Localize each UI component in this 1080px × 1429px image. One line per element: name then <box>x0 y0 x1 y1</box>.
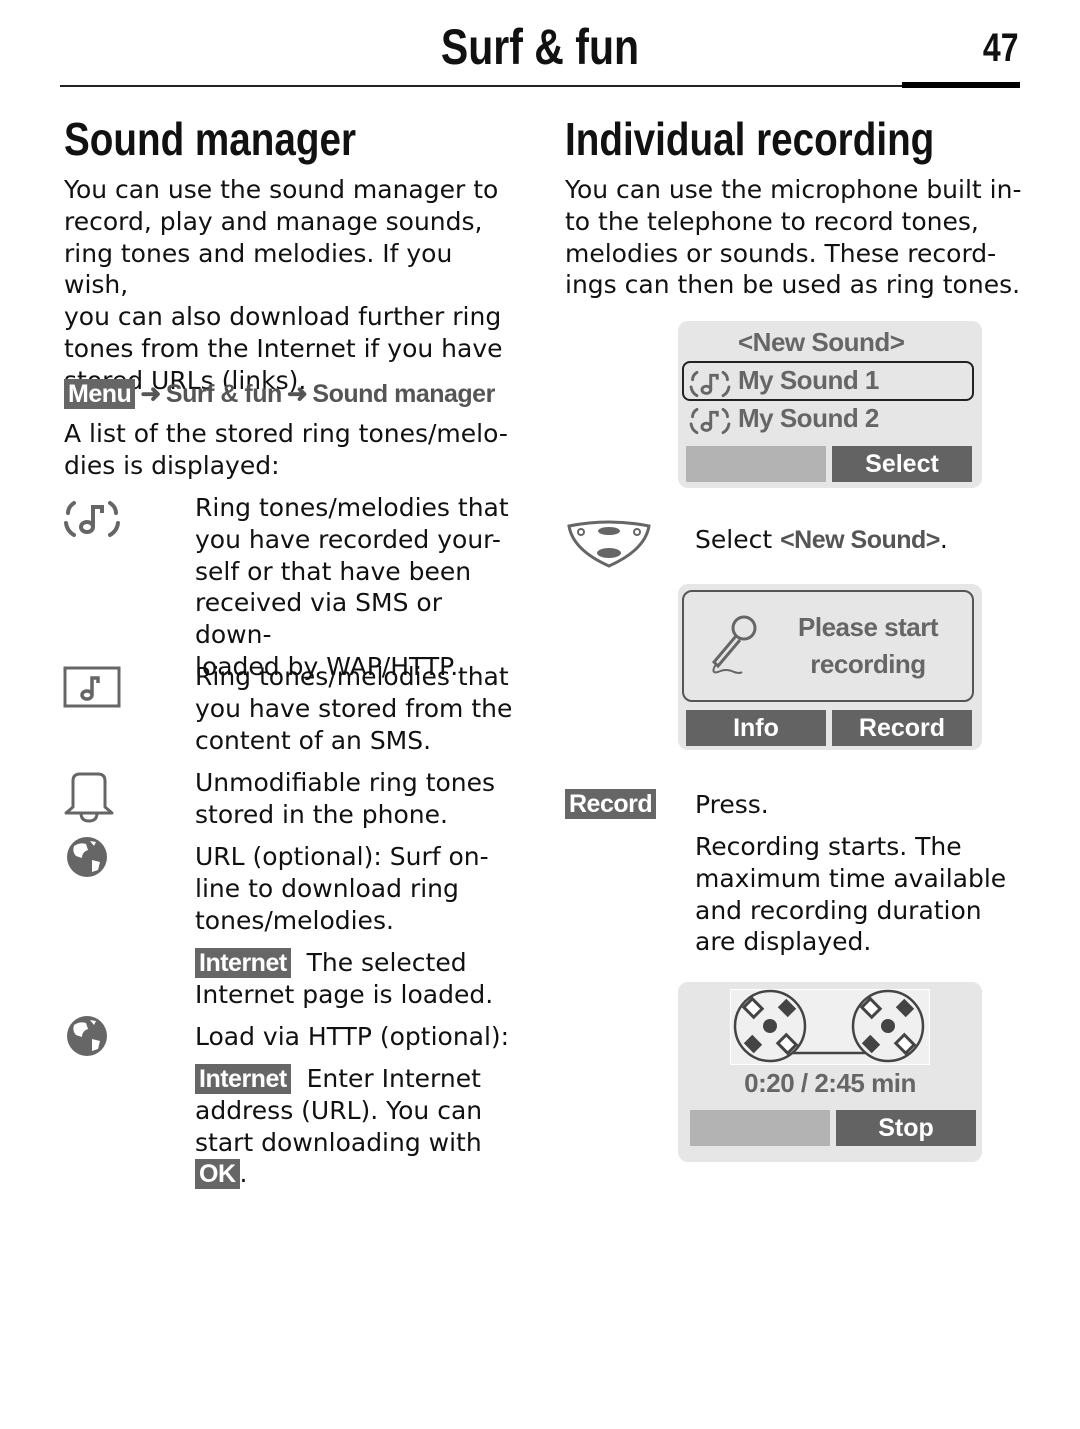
softkey-select[interactable]: Select <box>832 446 972 482</box>
text-line: You can use the sound manager to <box>64 175 499 204</box>
text-line: Ring tones/melodies that <box>195 493 509 522</box>
text-fragment: Select <box>695 525 781 554</box>
list-intro: A list of the stored ring tones/melo- di… <box>64 418 524 482</box>
record-key: Record <box>565 789 657 819</box>
text-line: and recording duration <box>695 895 982 925</box>
text-line: tones/melodies. <box>195 905 394 935</box>
internet-note-2: Internet Enter Internet address (URL). Y… <box>195 1063 525 1190</box>
text-fragment: . <box>939 525 948 554</box>
phone-screen-sound-list: <New Sound> My Sound 1 My Sound 2 Select <box>678 321 982 488</box>
text-line: Unmodifiable ring tones <box>195 768 496 797</box>
text-line: line to download ring <box>195 873 459 903</box>
text-line: stored in the phone. <box>195 799 448 829</box>
text-line: maximum time available <box>695 863 1007 893</box>
text-line: received via SMS or down- <box>195 588 443 650</box>
phone-screen-recording: 0:20 / 2:45 min Stop <box>678 982 982 1162</box>
list-item-unmodifiable: Unmodifiable ring tones stored in the ph… <box>195 767 525 831</box>
softkey-stop[interactable]: Stop <box>836 1110 976 1146</box>
recording-description: Recording starts. The maximum time avail… <box>695 831 1025 958</box>
text-line: Internet page is loaded. <box>195 979 494 1009</box>
path-arrow: ➜ <box>286 380 308 408</box>
list-item-new-sound[interactable]: <New Sound> <box>738 327 905 358</box>
text-line: you have stored from the <box>195 693 513 723</box>
text-line: you can also download further ring <box>64 302 502 332</box>
header-rule <box>60 85 1020 87</box>
list-item-my-sound-1[interactable]: My Sound 1 <box>738 365 879 396</box>
chapter-title: Surf & fun <box>440 19 640 75</box>
text-line: Ring tones/melodies that <box>195 662 509 691</box>
recorded-sound-icon <box>689 370 731 398</box>
list-item-recorded: Ring tones/melodies that you have record… <box>195 492 525 683</box>
text-line: You can use the microphone built in- <box>565 175 1022 204</box>
individual-recording-intro: You can use the microphone built in- to … <box>565 174 1025 301</box>
internet-key: Internet <box>195 948 291 978</box>
softkey-info[interactable]: Info <box>686 710 826 746</box>
text-line: address (URL). You can <box>195 1095 483 1125</box>
text-line: ings can then be used as ring tones. <box>565 270 1021 300</box>
step-press: Press. <box>695 790 769 819</box>
internet-key: Internet <box>195 1064 291 1094</box>
text-line: start downloading with <box>195 1127 482 1157</box>
section-heading-individual-recording: Individual recording <box>565 113 935 165</box>
menu-item-reference: <New Sound> <box>780 526 940 554</box>
text-line: Load via HTTP (optional): <box>195 1022 510 1051</box>
recorded-sound-icon <box>689 407 731 435</box>
text-line: URL (optional): Surf on- <box>195 842 489 871</box>
list-item-http: Load via HTTP (optional): <box>195 1021 525 1053</box>
step-select-new-sound: Select <New Sound>. <box>695 524 948 557</box>
path-step-sound-manager: Sound manager <box>312 380 495 408</box>
menu-path: Menu ➜ Surf & fun ➜ Sound manager <box>64 379 495 409</box>
text-line: content of an SMS. <box>195 725 432 755</box>
list-item-my-sound-2[interactable]: My Sound 2 <box>738 403 879 434</box>
text-line: to the telephone to record tones, <box>565 206 979 236</box>
list-item-sms: Ring tones/melodies that you have stored… <box>195 661 525 756</box>
recording-time-readout: 0:20 / 2:45 min <box>744 1068 916 1098</box>
text-line: Recording starts. The <box>695 832 962 861</box>
bell-icon <box>64 772 114 823</box>
text-fragment: . <box>239 1159 248 1189</box>
tape-reels-icon <box>730 989 930 1065</box>
text-line: are displayed. <box>695 927 872 957</box>
navigation-key-icon <box>567 520 651 568</box>
globe-icon <box>67 837 107 877</box>
header-rule-accent <box>902 82 1020 88</box>
message-line-2: recording <box>810 649 926 679</box>
list-item-url: URL (optional): Surf on- line to downloa… <box>195 841 525 936</box>
softkey-record[interactable]: Record <box>832 710 972 746</box>
text-line: you have recorded your- <box>195 524 501 554</box>
ok-key: OK <box>195 1159 240 1190</box>
text-line: ring tones and melodies. If you wish, <box>64 238 453 300</box>
recorded-sound-icon <box>64 501 120 537</box>
phone-screen-start-recording: Please start recording Info Record <box>678 584 982 750</box>
text-line: tones from the Internet if you have <box>64 333 503 363</box>
text-line: dies is displayed: <box>64 450 280 480</box>
sms-tone-icon <box>63 666 121 708</box>
internet-note-1: Internet The selected Internet page is l… <box>195 947 525 1011</box>
message-line-1: Please start <box>798 612 938 642</box>
globe-icon <box>67 1016 107 1056</box>
page-number: 47 <box>982 26 1018 70</box>
text-line: melodies or sounds. These record- <box>565 238 997 268</box>
sound-manager-intro: You can use the sound manager to record,… <box>64 174 524 397</box>
softkey-left[interactable] <box>686 446 826 482</box>
section-heading-sound-manager: Sound manager <box>64 113 356 165</box>
text-fragment: Enter Internet <box>306 1064 481 1093</box>
menu-key: Menu <box>64 379 136 409</box>
microphone-icon <box>711 615 757 674</box>
path-step-surf-fun: Surf & fun <box>165 380 282 408</box>
text-line: record, play and manage sounds, <box>64 206 483 236</box>
text-fragment: The selected <box>306 948 467 977</box>
path-arrow: ➜ <box>140 380 161 408</box>
text-line: self or that have been <box>195 556 472 586</box>
softkey-left[interactable] <box>690 1110 830 1146</box>
text-line: A list of the stored ring tones/melo- <box>64 419 508 448</box>
